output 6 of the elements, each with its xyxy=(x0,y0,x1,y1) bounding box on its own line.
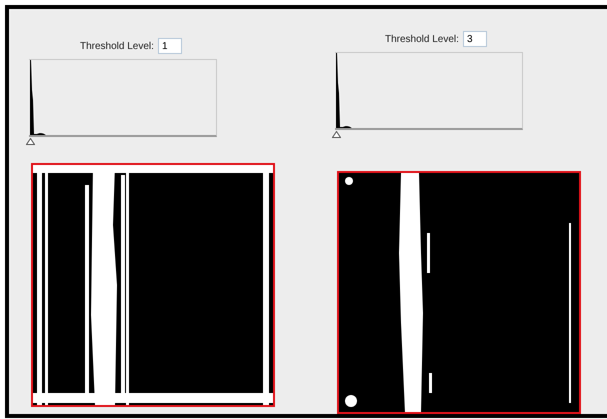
threshold-label: Threshold Level: xyxy=(385,32,459,46)
threshold-label: Threshold Level: xyxy=(80,40,154,54)
slider-handle[interactable] xyxy=(332,131,341,138)
slider-handle[interactable] xyxy=(26,138,35,145)
threshold-input[interactable]: 1 xyxy=(158,38,182,54)
threshold-input[interactable]: 3 xyxy=(462,31,487,47)
